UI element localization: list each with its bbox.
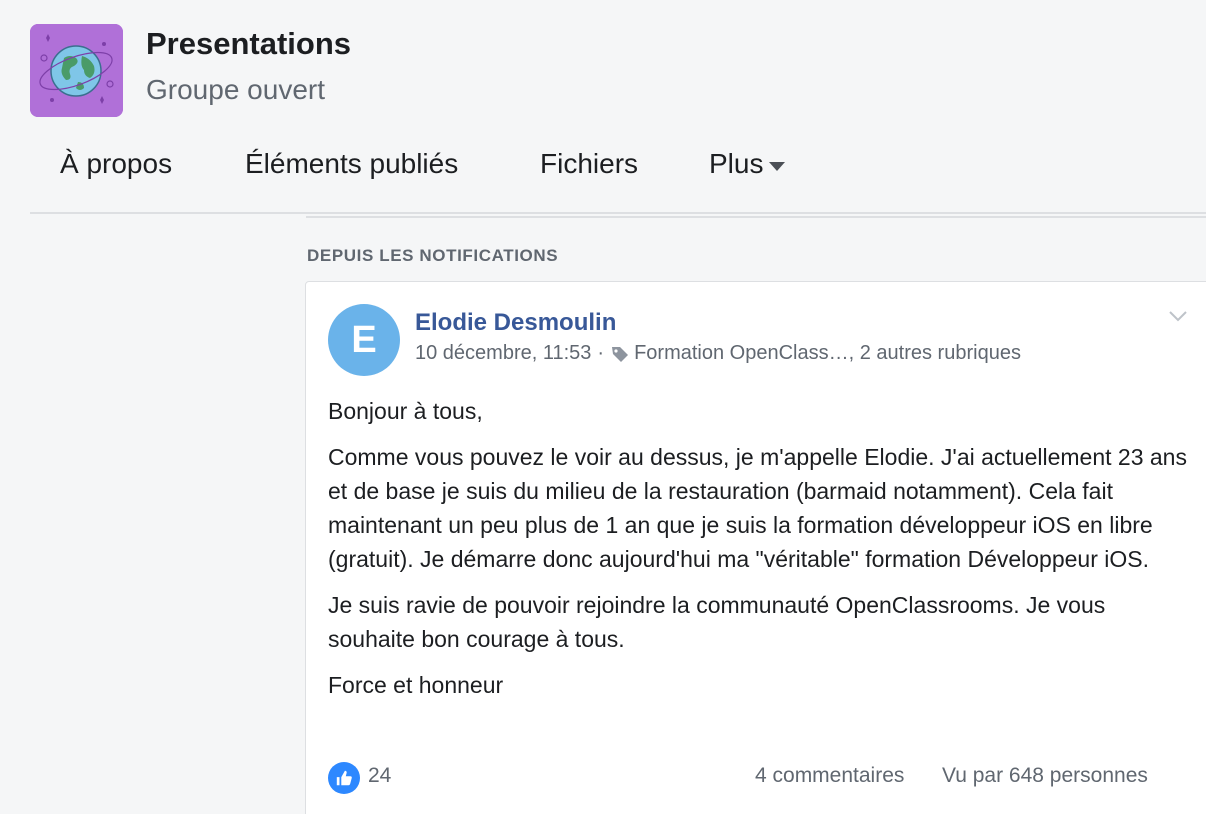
group-privacy-label: Groupe ouvert <box>146 74 325 105</box>
seen-by-count[interactable]: Vu par 648 personnes <box>942 764 1148 788</box>
avatar[interactable]: E <box>328 304 400 376</box>
comments-count[interactable]: 4 commentaires <box>755 764 904 788</box>
globe-icon <box>30 24 123 117</box>
author-name[interactable]: Elodie Desmoulin <box>415 309 616 337</box>
post-card: E Elodie Desmoulin 10 décembre, 11:53 · … <box>305 281 1206 814</box>
post-timestamp[interactable]: 10 décembre, 11:53 <box>415 342 591 365</box>
tab-about[interactable]: À propos <box>60 148 172 180</box>
thumbs-up-icon <box>336 770 352 786</box>
tab-published-items[interactable]: Éléments publiés <box>245 148 458 180</box>
section-label: DEPUIS LES NOTIFICATIONS <box>307 246 559 265</box>
caret-down-icon <box>769 161 786 171</box>
group-title[interactable]: Presentations <box>146 26 351 62</box>
tab-files[interactable]: Fichiers <box>540 148 638 180</box>
post-paragraph: Comme vous pouvez le voir au dessus, je … <box>328 444 1187 572</box>
meta-separator: · <box>597 342 605 364</box>
chevron-down-icon[interactable] <box>1166 304 1190 328</box>
topic-link[interactable]: Formation OpenClass… <box>634 342 849 365</box>
like-count[interactable]: 24 <box>368 764 391 788</box>
post-body: Bonjour à tous, Comme vous pouvez le voi… <box>328 394 1188 714</box>
post-paragraph: Force et honneur <box>328 672 504 698</box>
tab-more-label: Plus <box>709 148 764 179</box>
tab-more[interactable]: Plus <box>709 148 786 180</box>
more-topics-link[interactable]: , 2 autres rubriques <box>849 342 1021 365</box>
previous-card-edge <box>306 214 1206 218</box>
post-footer: 24 4 commentaires Vu par 648 personnes <box>328 760 1188 800</box>
post-paragraph: Je suis ravie de pouvoir rejoindre la co… <box>328 592 1106 652</box>
group-tabs: À propos Éléments publiés Fichiers Plus <box>30 140 1206 214</box>
post-meta: 10 décembre, 11:53 · Formation OpenClass… <box>415 342 1021 365</box>
tag-icon <box>612 346 629 362</box>
group-page: Presentations Groupe ouvert À propos Élé… <box>0 0 1206 814</box>
like-icon[interactable] <box>328 762 360 794</box>
group-logo[interactable] <box>30 24 123 117</box>
post-paragraph: Bonjour à tous, <box>328 398 483 424</box>
